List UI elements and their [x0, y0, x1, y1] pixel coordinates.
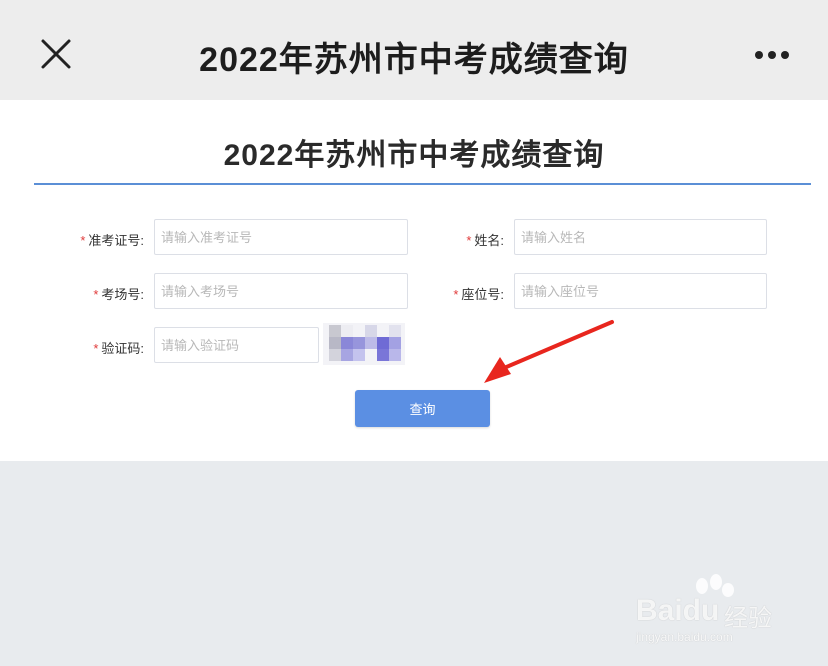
captcha-label: * 验证码:	[93, 341, 144, 356]
captcha-input[interactable]	[154, 327, 319, 363]
query-button[interactable]: 查询	[355, 390, 490, 427]
seat-no-input[interactable]	[514, 273, 767, 309]
more-dots-icon[interactable]	[752, 48, 792, 62]
required-mark: *	[80, 233, 86, 248]
required-mark: *	[93, 287, 99, 302]
admission-no-input[interactable]	[154, 219, 408, 255]
query-form-panel: 2022年苏州市中考成绩查询 *准考证号: *姓名: *考场号: *座位号: *…	[0, 100, 828, 461]
top-navigation-bar: 2022年苏州市中考成绩查询	[0, 0, 828, 100]
exam-room-input[interactable]	[154, 273, 408, 309]
title-divider	[34, 183, 811, 185]
required-mark: *	[466, 233, 472, 248]
watermark-url: jingyan.baidu.com	[636, 630, 733, 644]
name-input[interactable]	[514, 219, 767, 255]
window-title: 2022年苏州市中考成绩查询	[199, 41, 629, 79]
baidu-jingyan-watermark: Baidu 经验 jingyan.baidu.com	[632, 572, 792, 652]
required-mark: *	[453, 287, 459, 302]
seat-no-label: * 座位号:	[453, 287, 504, 302]
red-arrow-annotation	[484, 320, 614, 383]
admission-no-label: * 准考证号:	[80, 233, 144, 248]
page-title: 2022年苏州市中考成绩查询	[223, 139, 605, 172]
required-mark: *	[93, 341, 99, 356]
watermark-brand: Baidu	[636, 594, 720, 627]
captcha-image[interactable]	[323, 323, 405, 365]
name-label: * 姓名:	[466, 233, 504, 248]
exam-room-label: * 考场号:	[93, 287, 144, 302]
watermark-sub: 经验	[724, 605, 772, 632]
